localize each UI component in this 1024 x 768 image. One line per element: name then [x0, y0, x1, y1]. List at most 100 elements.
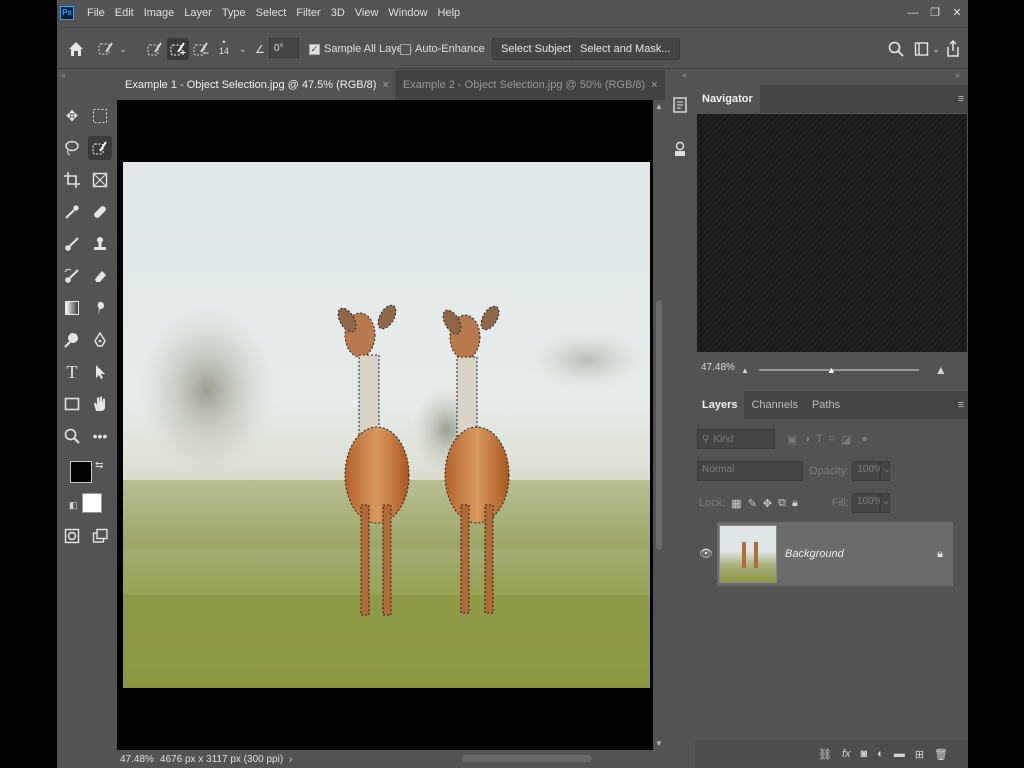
add-to-selection-icon[interactable]: [167, 38, 189, 60]
panel-menu-icon[interactable]: ≡: [958, 93, 964, 105]
collapse-dock-icon[interactable]: «: [682, 70, 687, 80]
panel-menu-icon[interactable]: ≡: [958, 399, 964, 411]
navigator-zoom-slider[interactable]: ▲: [758, 365, 919, 375]
layer-filter-kind[interactable]: ⚲ Kind: [697, 429, 775, 449]
menu-3d[interactable]: 3D: [326, 7, 350, 19]
menu-edit[interactable]: Edit: [110, 7, 139, 19]
type-filter-icon[interactable]: T: [816, 433, 823, 445]
adjustment-filter-icon[interactable]: ◑: [803, 433, 810, 445]
zoom-slider-handle[interactable]: ▲: [827, 365, 836, 375]
lock-icon[interactable]: 🔒︎: [937, 548, 943, 561]
group-icon[interactable]: ▬: [894, 748, 905, 760]
workspace-switcher-icon[interactable]: ⌄: [912, 38, 942, 60]
canvas-area[interactable]: [117, 100, 653, 750]
menu-layer[interactable]: Layer: [179, 7, 217, 19]
menu-help[interactable]: Help: [433, 7, 466, 19]
move-icon[interactable]: ✥: [60, 104, 84, 128]
gradient-icon[interactable]: [60, 296, 84, 320]
tab-layers[interactable]: Layers: [695, 391, 745, 419]
tab-channels[interactable]: Channels: [744, 391, 804, 419]
menu-filter[interactable]: Filter: [291, 7, 325, 19]
lock-all-icon[interactable]: 🔒︎: [792, 497, 798, 510]
background-color-swatch[interactable]: [82, 493, 102, 513]
visibility-eye-icon[interactable]: 👁︎: [699, 547, 713, 560]
select-and-mask-button[interactable]: Select and Mask...: [571, 38, 680, 60]
fill-field[interactable]: 100%: [851, 493, 883, 513]
menu-image[interactable]: Image: [139, 7, 180, 19]
layer-row-background[interactable]: Background 🔒︎: [717, 522, 953, 586]
hand-icon[interactable]: [88, 392, 112, 416]
zoom-in-icon[interactable]: ▲: [935, 363, 947, 377]
pixel-filter-icon[interactable]: ▣: [787, 433, 797, 446]
close-button[interactable]: ✕: [946, 6, 968, 19]
shape-filter-icon[interactable]: ⌗: [829, 433, 835, 446]
menu-type[interactable]: Type: [217, 7, 251, 19]
restore-button[interactable]: ❐: [924, 6, 946, 19]
adjustment-icon[interactable]: ◐: [877, 748, 884, 760]
opacity-field[interactable]: 100%: [852, 461, 883, 481]
chevron-down-icon[interactable]: ⌄: [880, 461, 891, 481]
collapse-panel-icon[interactable]: «: [61, 70, 66, 80]
scrollbar-thumb[interactable]: [656, 300, 662, 550]
lock-transparent-icon[interactable]: ▦: [731, 497, 741, 510]
path-selection-icon[interactable]: [88, 360, 112, 384]
select-subject-button[interactable]: Select Subject: [492, 38, 581, 60]
subtract-from-selection-icon[interactable]: [190, 38, 212, 60]
layer-name[interactable]: Background: [785, 548, 844, 560]
tab-navigator[interactable]: Navigator: [695, 85, 760, 113]
smart-object-filter-icon[interactable]: ◪: [841, 433, 851, 446]
search-icon[interactable]: [887, 38, 905, 60]
screen-mode-icon[interactable]: [88, 524, 112, 548]
horizontal-scrollbar-thumb[interactable]: [462, 755, 592, 762]
trash-icon[interactable]: 🗑︎: [934, 748, 948, 761]
pen-icon[interactable]: [88, 328, 112, 352]
brush-size-picker[interactable]: • 14: [219, 38, 229, 60]
menu-view[interactable]: View: [350, 7, 384, 19]
swap-colors-icon[interactable]: ⇆: [95, 460, 103, 471]
navigator-zoom-field[interactable]: 47.48%: [697, 360, 737, 380]
tool-preset-picker[interactable]: ⌄: [97, 38, 127, 60]
sample-all-layers-checkbox[interactable]: ✓ Sample All Layers: [309, 38, 412, 60]
rectangle-icon[interactable]: [60, 392, 84, 416]
menu-select[interactable]: Select: [251, 7, 292, 19]
scroll-up-icon[interactable]: ▲: [655, 102, 663, 111]
crop-icon[interactable]: [60, 168, 84, 192]
more-icon[interactable]: •••: [88, 424, 112, 448]
frame-icon[interactable]: [88, 168, 112, 192]
scroll-down-icon[interactable]: ▼: [655, 739, 663, 748]
new-selection-icon[interactable]: [144, 38, 166, 60]
chevron-down-icon[interactable]: ⌄: [239, 38, 247, 60]
menu-file[interactable]: File: [82, 7, 110, 19]
marquee-icon[interactable]: [88, 104, 112, 128]
angle-field[interactable]: 0°: [269, 38, 299, 58]
expand-panels-icon[interactable]: »: [955, 70, 960, 80]
tab-example-1[interactable]: Example 1 - Object Selection.jpg @ 47.5%…: [117, 70, 395, 100]
close-icon[interactable]: ×: [382, 79, 388, 91]
eraser-icon[interactable]: [88, 264, 112, 288]
healing-brush-icon[interactable]: [88, 200, 112, 224]
menu-window[interactable]: Window: [383, 7, 432, 19]
navigator-preview[interactable]: [697, 114, 967, 352]
blend-mode-select[interactable]: Normal: [697, 461, 803, 481]
auto-enhance-checkbox[interactable]: Auto-Enhance: [400, 38, 485, 60]
smudge-icon[interactable]: [88, 296, 112, 320]
object-selection-icon[interactable]: [88, 136, 112, 160]
lock-artboard-icon[interactable]: ⧉: [778, 497, 786, 510]
zoom-icon[interactable]: [60, 424, 84, 448]
fx-icon[interactable]: fx: [842, 748, 851, 760]
stamp-icon[interactable]: [88, 232, 112, 256]
foreground-color-swatch[interactable]: [70, 461, 92, 483]
close-icon[interactable]: ×: [651, 79, 657, 91]
history-panel-icon[interactable]: [670, 94, 690, 116]
chevron-down-icon[interactable]: ⌄: [879, 493, 890, 513]
minimize-button[interactable]: —: [902, 7, 924, 19]
dodge-icon[interactable]: [60, 328, 84, 352]
lock-image-icon[interactable]: ✎: [748, 497, 757, 510]
brush-icon[interactable]: [60, 232, 84, 256]
lock-position-icon[interactable]: ✥: [763, 497, 772, 510]
type-icon[interactable]: T: [60, 360, 84, 384]
default-colors-icon[interactable]: ◧: [69, 500, 78, 511]
status-menu-arrow[interactable]: ›: [289, 754, 292, 765]
properties-panel-icon[interactable]: [670, 138, 690, 160]
vertical-scrollbar[interactable]: ▲ ▼: [653, 100, 665, 750]
